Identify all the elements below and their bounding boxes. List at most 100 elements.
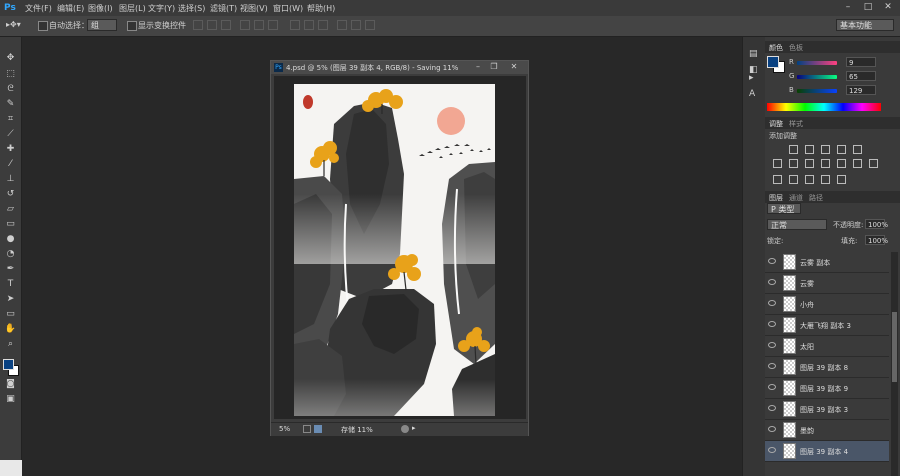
levels-icon[interactable] [805, 145, 814, 154]
threshold-icon[interactable] [805, 175, 814, 184]
r-value[interactable]: 9 [846, 57, 876, 67]
path-select-icon[interactable]: ➤ [4, 293, 17, 306]
align-right-icon[interactable] [268, 20, 278, 30]
invert-icon[interactable] [773, 175, 782, 184]
layer-row[interactable]: 小舟 [765, 294, 889, 315]
actions-icon[interactable]: ▸ [749, 73, 754, 83]
layer-row[interactable]: 墨韵 [765, 420, 889, 441]
gradient-map-icon[interactable] [821, 175, 830, 184]
visibility-eye-icon[interactable] [768, 258, 776, 264]
selective-color-icon[interactable] [837, 175, 846, 184]
align-bottom-icon[interactable] [221, 20, 231, 30]
show-transform-checkbox[interactable] [127, 21, 137, 31]
tab-swatches[interactable]: 色板 [789, 43, 803, 53]
blur-icon[interactable]: ● [4, 233, 17, 246]
rectangle-icon[interactable]: ▭ [4, 308, 17, 321]
marquee-icon[interactable]: ⬚ [4, 68, 17, 81]
visibility-eye-icon[interactable] [768, 321, 776, 327]
quick-mask-icon[interactable]: ◙ [4, 378, 17, 391]
scrollbar-thumb[interactable] [892, 312, 897, 382]
canvas-area[interactable] [274, 76, 526, 419]
doc-restore-button[interactable]: ❐ [487, 62, 501, 71]
posterize-icon[interactable] [789, 175, 798, 184]
auto-select-dropdown[interactable]: 组 [87, 19, 117, 31]
zoom-level[interactable]: 5% [279, 425, 290, 433]
layer-row[interactable]: 云雾 [765, 273, 889, 294]
distribute-hcenter-icon[interactable] [351, 20, 361, 30]
distribute-bottom-icon[interactable] [318, 20, 328, 30]
vibrance-triangle-icon[interactable] [773, 159, 782, 168]
align-vcenter-icon[interactable] [207, 20, 217, 30]
crop-icon[interactable]: ⌗ [4, 113, 17, 126]
fill-field[interactable]: 100% [865, 235, 888, 245]
quick-select-icon[interactable]: ✎ [4, 98, 17, 111]
layers-scrollbar[interactable] [891, 252, 898, 476]
distribute-left-icon[interactable] [337, 20, 347, 30]
menu-type[interactable]: 文字(Y) [148, 3, 175, 14]
pen-icon[interactable]: ✒ [4, 263, 17, 276]
color-lookup-icon[interactable] [869, 159, 878, 168]
visibility-eye-icon[interactable] [768, 405, 776, 411]
layer-filter-dropdown[interactable]: P 类型 [767, 203, 801, 214]
clone-stamp-icon[interactable]: ⊥ [4, 173, 17, 186]
menu-filter[interactable]: 滤镜(T) [210, 3, 237, 14]
type-icon[interactable]: T [4, 278, 17, 291]
eraser-icon[interactable]: ▱ [4, 203, 17, 216]
b-slider[interactable] [797, 89, 837, 93]
eyedropper-icon[interactable]: ⟋ [4, 128, 17, 141]
visibility-eye-icon[interactable] [768, 426, 776, 432]
layer-row[interactable]: 大雁飞翔 副本 3 [765, 315, 889, 336]
status-menu-icon[interactable] [401, 425, 409, 433]
menu-help[interactable]: 帮助(H) [307, 3, 335, 14]
visibility-eye-icon[interactable] [768, 300, 776, 306]
tab-layers[interactable]: 图层 [769, 193, 783, 203]
color-spectrum-bar[interactable] [767, 103, 881, 111]
tab-color[interactable]: 颜色 [769, 43, 783, 53]
brush-icon[interactable]: ⁄ [4, 158, 17, 171]
taskbar-app-icon[interactable] [0, 460, 22, 476]
menu-file[interactable]: 文件(F) [25, 3, 52, 14]
move-tool-icon[interactable]: ✥ [4, 52, 17, 65]
status-arrow-icon[interactable]: ▸ [412, 424, 416, 432]
distribute-vcenter-icon[interactable] [304, 20, 314, 30]
black-white-icon[interactable] [821, 159, 830, 168]
menu-image[interactable]: 图像(I) [88, 3, 113, 14]
tab-styles[interactable]: 样式 [789, 119, 803, 129]
layer-row[interactable]: 图层 39 副本 9 [765, 378, 889, 399]
hue-saturation-icon[interactable] [789, 159, 798, 168]
align-hcenter-icon[interactable] [254, 20, 264, 30]
layer-row[interactable]: 云雾 副本 [765, 252, 889, 273]
visibility-eye-icon[interactable] [768, 363, 776, 369]
doc-close-button[interactable]: ✕ [507, 62, 521, 71]
layer-row[interactable]: 图层 39 副本 8 [765, 357, 889, 378]
layer-row[interactable]: 太阳 [765, 336, 889, 357]
gradient-icon[interactable]: ▭ [4, 218, 17, 231]
visibility-eye-icon[interactable] [768, 447, 776, 453]
healing-icon[interactable]: ✚ [4, 143, 17, 156]
workspace-dropdown[interactable]: 基本功能 [836, 19, 894, 31]
r-slider[interactable] [797, 61, 837, 65]
visibility-eye-icon[interactable] [768, 384, 776, 390]
zoom-icon[interactable]: ⌕ [4, 338, 17, 351]
opacity-field[interactable]: 100% [865, 219, 888, 229]
align-top-icon[interactable] [193, 20, 203, 30]
distribute-top-icon[interactable] [290, 20, 300, 30]
tab-channels[interactable]: 通道 [789, 193, 803, 203]
align-left-icon[interactable] [240, 20, 250, 30]
hand-icon[interactable]: ✋ [4, 323, 17, 336]
doc-minimize-button[interactable]: – [471, 62, 485, 71]
visibility-eye-icon[interactable] [768, 279, 776, 285]
artwork-canvas[interactable] [294, 84, 495, 416]
tab-adjustments[interactable]: 调整 [769, 119, 783, 129]
brightness-icon[interactable] [789, 145, 798, 154]
blend-mode-dropdown[interactable]: 正常 [767, 219, 827, 230]
g-value[interactable]: 65 [846, 71, 876, 81]
menu-select[interactable]: 选择(S) [178, 3, 205, 14]
b-value[interactable]: 129 [846, 85, 876, 95]
menu-window[interactable]: 窗口(W) [273, 3, 303, 14]
document-title-bar[interactable]: Ps 4.psd @ 5% (图层 39 副本 4, RGB/8) - Savi… [271, 61, 528, 74]
history-brush-icon[interactable]: ↺ [4, 188, 17, 201]
color-fg-swatch[interactable] [767, 56, 779, 68]
lasso-icon[interactable]: ᘓ [4, 83, 17, 96]
visibility-eye-icon[interactable] [768, 342, 776, 348]
